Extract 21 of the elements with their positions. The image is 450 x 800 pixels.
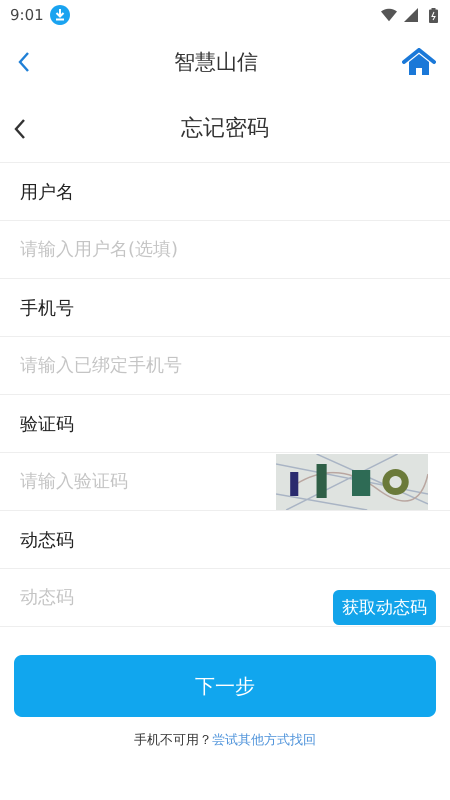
input-field[interactable]: 动态码 [20,587,333,608]
field-label: 手机号 [20,296,74,320]
recover-link[interactable]: 尝试其他方式找回 [212,731,316,749]
get-code-button[interactable]: 获取动态码 [333,590,436,625]
next-button[interactable]: 下一步 [14,655,436,717]
field-label: 动态码 [20,528,74,552]
input-field[interactable]: 请输入用户名(选填) [20,239,450,260]
app-title: 智慧山信 [174,49,258,76]
home-icon[interactable] [402,48,436,76]
status-time: 9:01 [10,6,44,24]
signal-icon [403,8,419,22]
footer-text: 手机不可用？ [134,732,212,749]
field-label: 验证码 [20,412,74,436]
wifi-icon [381,8,397,22]
input-field[interactable]: 请输入已绑定手机号 [20,355,450,376]
field-label: 用户名 [20,180,74,204]
input-field[interactable]: 请输入验证码 [20,471,276,492]
battery-icon [429,8,438,22]
page-title: 忘记密码 [181,115,269,143]
back-icon[interactable] [14,118,26,140]
download-icon [50,5,70,25]
